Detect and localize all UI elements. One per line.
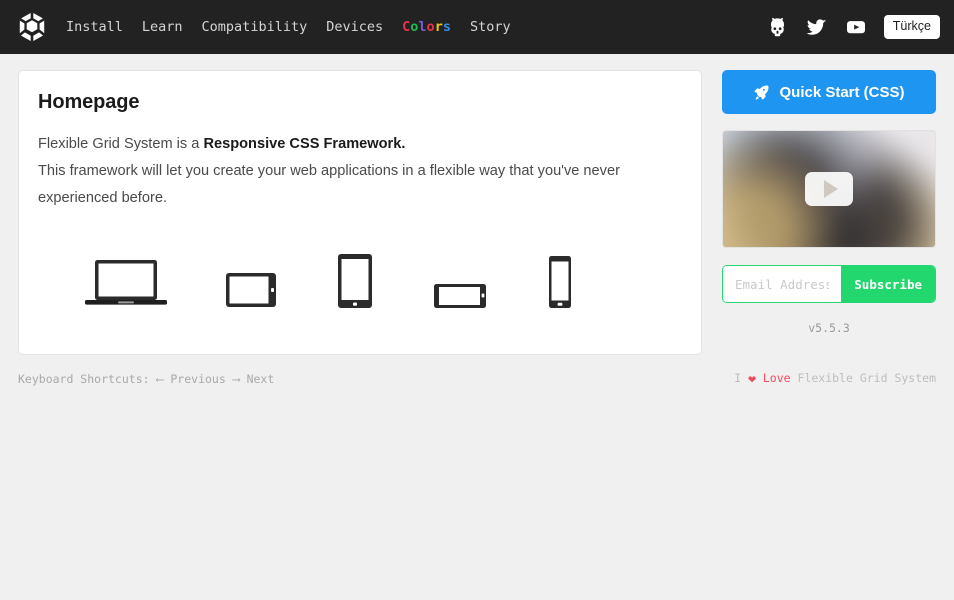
quick-start-label: Quick Start (CSS)	[779, 84, 904, 101]
page-footer: Keyboard Shortcuts: ⟵ Previous ⟶ Next I …	[0, 355, 954, 387]
play-button-icon[interactable]	[805, 172, 853, 206]
email-input[interactable]	[723, 266, 841, 302]
subscribe-button[interactable]: Subscribe	[841, 266, 935, 302]
shortcuts-label: Keyboard Shortcuts:	[18, 372, 150, 386]
intro-lead-text: Flexible Grid System is a	[38, 136, 203, 152]
language-button[interactable]: Türkçe	[884, 15, 940, 39]
nav-link-devices[interactable]: Devices	[326, 19, 383, 35]
footer-credit: I ❤ Love Flexible Grid System	[734, 371, 936, 387]
nav-colors-letter-3: o	[427, 19, 435, 35]
next-arrow-icon: ⟶	[233, 372, 240, 386]
credit-project-text: Flexible Grid System	[798, 371, 936, 385]
rocket-icon	[753, 84, 770, 101]
nav-link-story[interactable]: Story	[470, 19, 511, 35]
nav-link-colors[interactable]: Colors	[402, 19, 451, 35]
main-column: Homepage Flexible Grid System is a Respo…	[18, 70, 702, 355]
device-phone-portrait-icon	[545, 256, 575, 308]
nav-colors-letter-5: s	[443, 19, 451, 35]
sidebar-column: Quick Start (CSS) Subscribe v5.5.3	[722, 70, 936, 335]
nav-colors-letter-4: r	[435, 19, 443, 35]
intro-description-text: This framework will let you create your …	[38, 163, 620, 206]
credit-love-text: Love	[763, 371, 791, 385]
page-body: Homepage Flexible Grid System is a Respo…	[0, 54, 954, 355]
prev-label: Previous	[170, 372, 225, 386]
version-label: v5.5.3	[722, 321, 936, 335]
heart-icon: ❤	[748, 372, 756, 387]
github-icon[interactable]	[767, 16, 789, 38]
navbar-right-group: Türkçe	[767, 15, 940, 39]
cube-logo-icon	[15, 10, 49, 44]
page-title: Homepage	[38, 91, 682, 114]
device-tablet-portrait-icon	[335, 254, 375, 308]
nav-link-learn[interactable]: Learn	[142, 19, 183, 35]
device-laptop-icon	[85, 258, 167, 308]
device-phone-landscape-icon	[433, 276, 487, 308]
youtube-icon[interactable]	[845, 16, 867, 38]
subscribe-form: Subscribe	[722, 265, 936, 303]
twitter-icon[interactable]	[806, 16, 828, 38]
credit-i-text: I	[734, 371, 741, 385]
nav-link-compatibility[interactable]: Compatibility	[202, 19, 308, 35]
next-label: Next	[247, 372, 275, 386]
video-thumbnail[interactable]	[722, 130, 936, 248]
device-icons-row	[38, 246, 682, 308]
top-navbar: Install Learn Compatibility Devices Colo…	[0, 0, 954, 54]
nav-colors-letter-2: l	[418, 19, 426, 35]
intro-strong-text: Responsive CSS Framework.	[203, 136, 405, 152]
nav-link-install[interactable]: Install	[66, 19, 123, 35]
nav-links: Install Learn Compatibility Devices Colo…	[66, 19, 511, 35]
content-card: Homepage Flexible Grid System is a Respo…	[18, 70, 702, 355]
quick-start-button[interactable]: Quick Start (CSS)	[722, 70, 936, 114]
prev-arrow-icon: ⟵	[157, 372, 164, 386]
brand-logo-link[interactable]	[14, 9, 50, 45]
keyboard-shortcuts-hint: Keyboard Shortcuts: ⟵ Previous ⟶ Next	[18, 372, 274, 386]
device-tablet-landscape-icon	[225, 268, 277, 308]
intro-paragraph: Flexible Grid System is a Responsive CSS…	[38, 131, 678, 212]
play-triangle	[824, 180, 838, 198]
